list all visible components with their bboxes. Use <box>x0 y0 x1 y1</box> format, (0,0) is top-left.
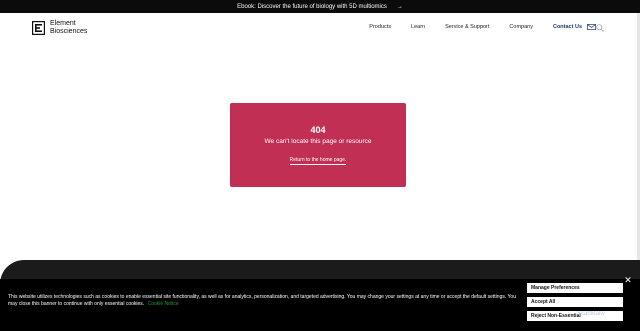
reject-non-essential-button[interactable]: Reject Non-Essential <box>527 311 623 321</box>
manage-preferences-button[interactable]: Manage Preferences <box>527 283 623 293</box>
cookie-banner-text: This website utilizes technologies such … <box>8 294 520 308</box>
watermark: ScanMalw <box>577 311 605 317</box>
logo[interactable]: Element Biosciences <box>32 20 87 36</box>
contact-us-link[interactable]: Contact Us <box>553 24 582 30</box>
main-nav: Products Learn Service & Support Company… <box>349 24 596 30</box>
nav-item-company[interactable]: Company <box>509 24 533 30</box>
error-code: 404 <box>310 125 326 135</box>
logo-line-2: Biosciences <box>50 28 88 35</box>
nav-item-products[interactable]: Products <box>369 24 391 30</box>
site-header: Element Biosciences Products Learn Servi… <box>0 13 640 43</box>
nav-item-service-support[interactable]: Service & Support <box>445 24 489 30</box>
mail-icon[interactable] <box>587 24 596 30</box>
close-icon[interactable]: ✕ <box>624 276 632 285</box>
announcement-text[interactable]: Ebook: Discover the future of biology wi… <box>237 4 387 10</box>
cookie-description: This website utilizes technologies such … <box>8 294 516 307</box>
announcement-bar[interactable]: Ebook: Discover the future of biology wi… <box>0 0 640 13</box>
return-home-container: Return to the home page. <box>230 157 406 165</box>
arrow-right-icon: → <box>396 3 403 10</box>
error-message: We can't locate this page or resource <box>264 138 372 145</box>
nav-item-learn[interactable]: Learn <box>411 24 425 30</box>
cookie-notice-link[interactable]: Cookie Notice <box>148 301 179 307</box>
return-home-link[interactable]: Return to the home page. <box>289 157 347 165</box>
logo-wordmark: Element Biosciences <box>50 20 87 36</box>
search-icon[interactable] <box>596 24 604 32</box>
element-logo-icon <box>32 21 45 35</box>
error-card: 404 We can't locate this page or resourc… <box>230 103 406 187</box>
logo-line-1: Element <box>50 20 76 27</box>
accept-all-button[interactable]: Accept All <box>527 297 623 307</box>
